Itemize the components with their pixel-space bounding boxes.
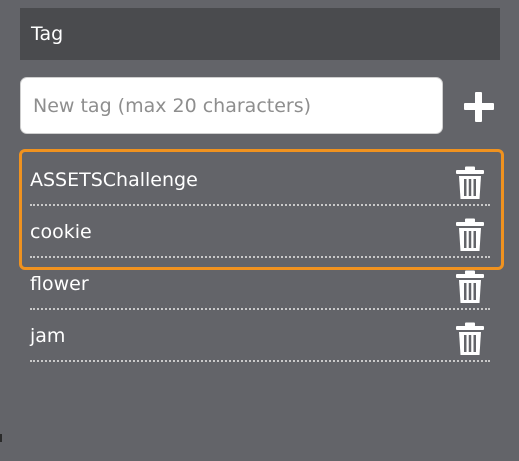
tag-list-item[interactable]: cookie [30,212,490,258]
tag-label: ASSETSChallenge [30,169,198,191]
tag-label: flower [30,273,89,295]
panel-title: Tag [31,23,64,45]
tag-panel-header: Tag [20,8,500,60]
new-tag-input[interactable] [20,77,443,134]
trash-icon[interactable] [455,218,485,252]
tag-list-item[interactable]: jam [30,316,490,362]
trash-icon[interactable] [455,322,485,356]
add-tag-button[interactable] [462,90,496,124]
resize-edge-mark [0,434,2,442]
tag-list-item[interactable]: ASSETSChallenge [30,160,490,206]
trash-icon[interactable] [455,166,485,200]
tag-list-item[interactable]: flower [30,264,490,310]
tag-label: jam [30,325,66,347]
tag-label: cookie [30,221,92,243]
trash-icon[interactable] [455,270,485,304]
